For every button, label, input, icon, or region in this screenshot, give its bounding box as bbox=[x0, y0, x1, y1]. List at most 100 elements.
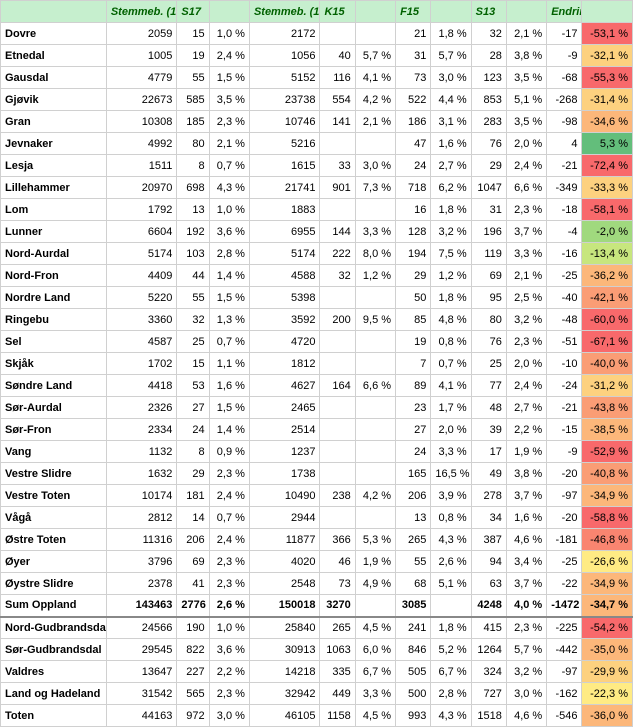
cell: -9 bbox=[547, 441, 582, 463]
cell: 415 bbox=[471, 617, 506, 639]
row-label: Nordre Land bbox=[1, 287, 107, 309]
cell: -68 bbox=[547, 67, 582, 89]
cell: 55 bbox=[177, 287, 209, 309]
cell: 4,3 % bbox=[431, 705, 471, 727]
cell: 55 bbox=[177, 67, 209, 89]
cell: 30913 bbox=[249, 639, 320, 661]
cell: 4,3 % bbox=[209, 177, 249, 199]
cell: 227 bbox=[177, 661, 209, 683]
cell: -21 bbox=[547, 397, 582, 419]
cell: 0,9 % bbox=[209, 441, 249, 463]
table-row: Nord-Fron4409441,4 %4588321,2 %291,2 %69… bbox=[1, 265, 633, 287]
cell: 13647 bbox=[106, 661, 177, 683]
cell: 2,6 % bbox=[431, 551, 471, 573]
cell: 103 bbox=[177, 243, 209, 265]
row-label: Lillehammer bbox=[1, 177, 107, 199]
cell: 3,7 % bbox=[506, 485, 546, 507]
cell: 0,7 % bbox=[209, 331, 249, 353]
cell: 6955 bbox=[249, 221, 320, 243]
cell: 3,3 % bbox=[506, 243, 546, 265]
cell: 522 bbox=[396, 89, 431, 111]
table-row: Sum Oppland14346327762,6 %15001832703085… bbox=[1, 595, 633, 617]
cell: 846 bbox=[396, 639, 431, 661]
cell: 47 bbox=[396, 133, 431, 155]
row-label: Vestre Slidre bbox=[1, 463, 107, 485]
cell: 3,5 % bbox=[209, 89, 249, 111]
cell: 128 bbox=[396, 221, 431, 243]
cell: 23738 bbox=[249, 89, 320, 111]
row-label: Sør-Aurdal bbox=[1, 397, 107, 419]
cell: 2,3 % bbox=[209, 111, 249, 133]
cell: 1,5 % bbox=[209, 287, 249, 309]
row-label: Lesja bbox=[1, 155, 107, 177]
cell: 3,0 % bbox=[355, 155, 395, 177]
cell: 2,3 % bbox=[506, 617, 546, 639]
cell: 25 bbox=[177, 331, 209, 353]
cell: 1132 bbox=[106, 441, 177, 463]
cell: -268 bbox=[547, 89, 582, 111]
cell: 119 bbox=[471, 243, 506, 265]
row-label: Vågå bbox=[1, 507, 107, 529]
cell: -22 bbox=[547, 573, 582, 595]
row-label: Gran bbox=[1, 111, 107, 133]
row-label: Nord-Fron bbox=[1, 265, 107, 287]
cell: 4,5 % bbox=[355, 705, 395, 727]
cell: -31,4 % bbox=[582, 89, 633, 111]
cell: 727 bbox=[471, 683, 506, 705]
cell bbox=[320, 23, 355, 45]
cell: -51 bbox=[547, 331, 582, 353]
cell: 6,7 % bbox=[355, 661, 395, 683]
cell: 10746 bbox=[249, 111, 320, 133]
cell: 17 bbox=[471, 441, 506, 463]
cell: 5174 bbox=[249, 243, 320, 265]
col-header-6 bbox=[355, 1, 395, 23]
cell: 335 bbox=[320, 661, 355, 683]
cell: 0,8 % bbox=[431, 331, 471, 353]
cell bbox=[320, 353, 355, 375]
cell: 24 bbox=[177, 419, 209, 441]
cell: 68 bbox=[396, 573, 431, 595]
cell: 24 bbox=[396, 155, 431, 177]
cell: 2,6 % bbox=[209, 595, 249, 617]
cell: 25 bbox=[471, 353, 506, 375]
cell: 4248 bbox=[471, 595, 506, 617]
cell: 55 bbox=[396, 551, 431, 573]
cell: 2,4 % bbox=[209, 45, 249, 67]
cell: -162 bbox=[547, 683, 582, 705]
cell: 3,1 % bbox=[431, 111, 471, 133]
cell: 3,5 % bbox=[506, 67, 546, 89]
cell: 1,2 % bbox=[355, 265, 395, 287]
cell: 4,6 % bbox=[506, 529, 546, 551]
cell: 2,2 % bbox=[209, 661, 249, 683]
cell: 15 bbox=[177, 23, 209, 45]
cell: 585 bbox=[177, 89, 209, 111]
row-label: Vestre Toten bbox=[1, 485, 107, 507]
cell: 6,2 % bbox=[431, 177, 471, 199]
cell: -21 bbox=[547, 155, 582, 177]
cell: 5,1 % bbox=[506, 89, 546, 111]
cell: 1,8 % bbox=[431, 287, 471, 309]
cell: 265 bbox=[320, 617, 355, 639]
cell: 31 bbox=[396, 45, 431, 67]
cell: 283 bbox=[471, 111, 506, 133]
row-label: Valdres bbox=[1, 661, 107, 683]
table-row: Nord-Gudbrandsdal245661901,0 %258402654,… bbox=[1, 617, 633, 639]
cell: 116 bbox=[320, 67, 355, 89]
cell: 4,1 % bbox=[431, 375, 471, 397]
cell bbox=[355, 507, 395, 529]
cell: 1,5 % bbox=[209, 397, 249, 419]
cell: 10490 bbox=[249, 485, 320, 507]
cell: 5152 bbox=[249, 67, 320, 89]
cell: -43,8 % bbox=[582, 397, 633, 419]
cell: 8,0 % bbox=[355, 243, 395, 265]
row-label: Sel bbox=[1, 331, 107, 353]
table-row: Sør-Gudbrandsdal295458223,6 %3091310636,… bbox=[1, 639, 633, 661]
cell: 80 bbox=[471, 309, 506, 331]
row-label: Land og Hadeland bbox=[1, 683, 107, 705]
cell: 3,0 % bbox=[506, 683, 546, 705]
cell: 2,3 % bbox=[209, 683, 249, 705]
cell: -58,1 % bbox=[582, 199, 633, 221]
cell: -38,5 % bbox=[582, 419, 633, 441]
cell: 554 bbox=[320, 89, 355, 111]
col-header-9: S13 bbox=[471, 1, 506, 23]
